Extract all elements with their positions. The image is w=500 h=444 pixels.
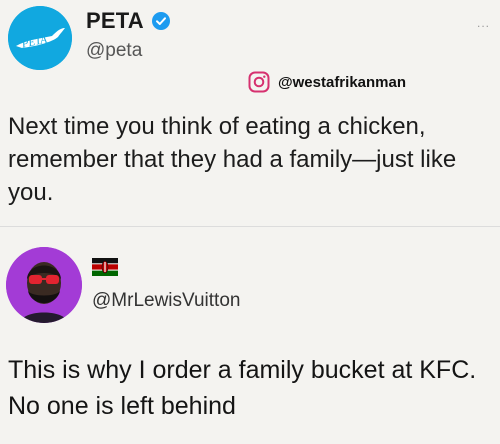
peta-tweet: PETA PETA @peta ... @westafrikanman Next… <box>0 0 500 240</box>
person-avatar-icon <box>6 247 82 323</box>
peta-name[interactable]: PETA <box>86 8 144 34</box>
more-dots-icon[interactable]: ... <box>477 16 490 30</box>
reply-avatar[interactable] <box>6 247 82 323</box>
reply-handle[interactable]: @MrLewisVuitton <box>92 290 240 312</box>
divider <box>0 226 500 227</box>
tweet-text: Next time you think of eating a chicken,… <box>8 113 457 206</box>
peta-logo-icon: PETA <box>8 6 72 70</box>
verified-badge-icon <box>152 12 170 30</box>
peta-handle[interactable]: @peta <box>86 40 142 62</box>
instagram-watermark: @westafrikanman <box>248 70 406 94</box>
kenya-flag-icon <box>92 258 118 276</box>
instagram-icon <box>248 71 270 93</box>
watermark-text: @westafrikanman <box>278 73 407 91</box>
peta-avatar[interactable]: PETA <box>8 6 72 70</box>
reply-text: This is why I order a family bucket at K… <box>8 356 477 420</box>
